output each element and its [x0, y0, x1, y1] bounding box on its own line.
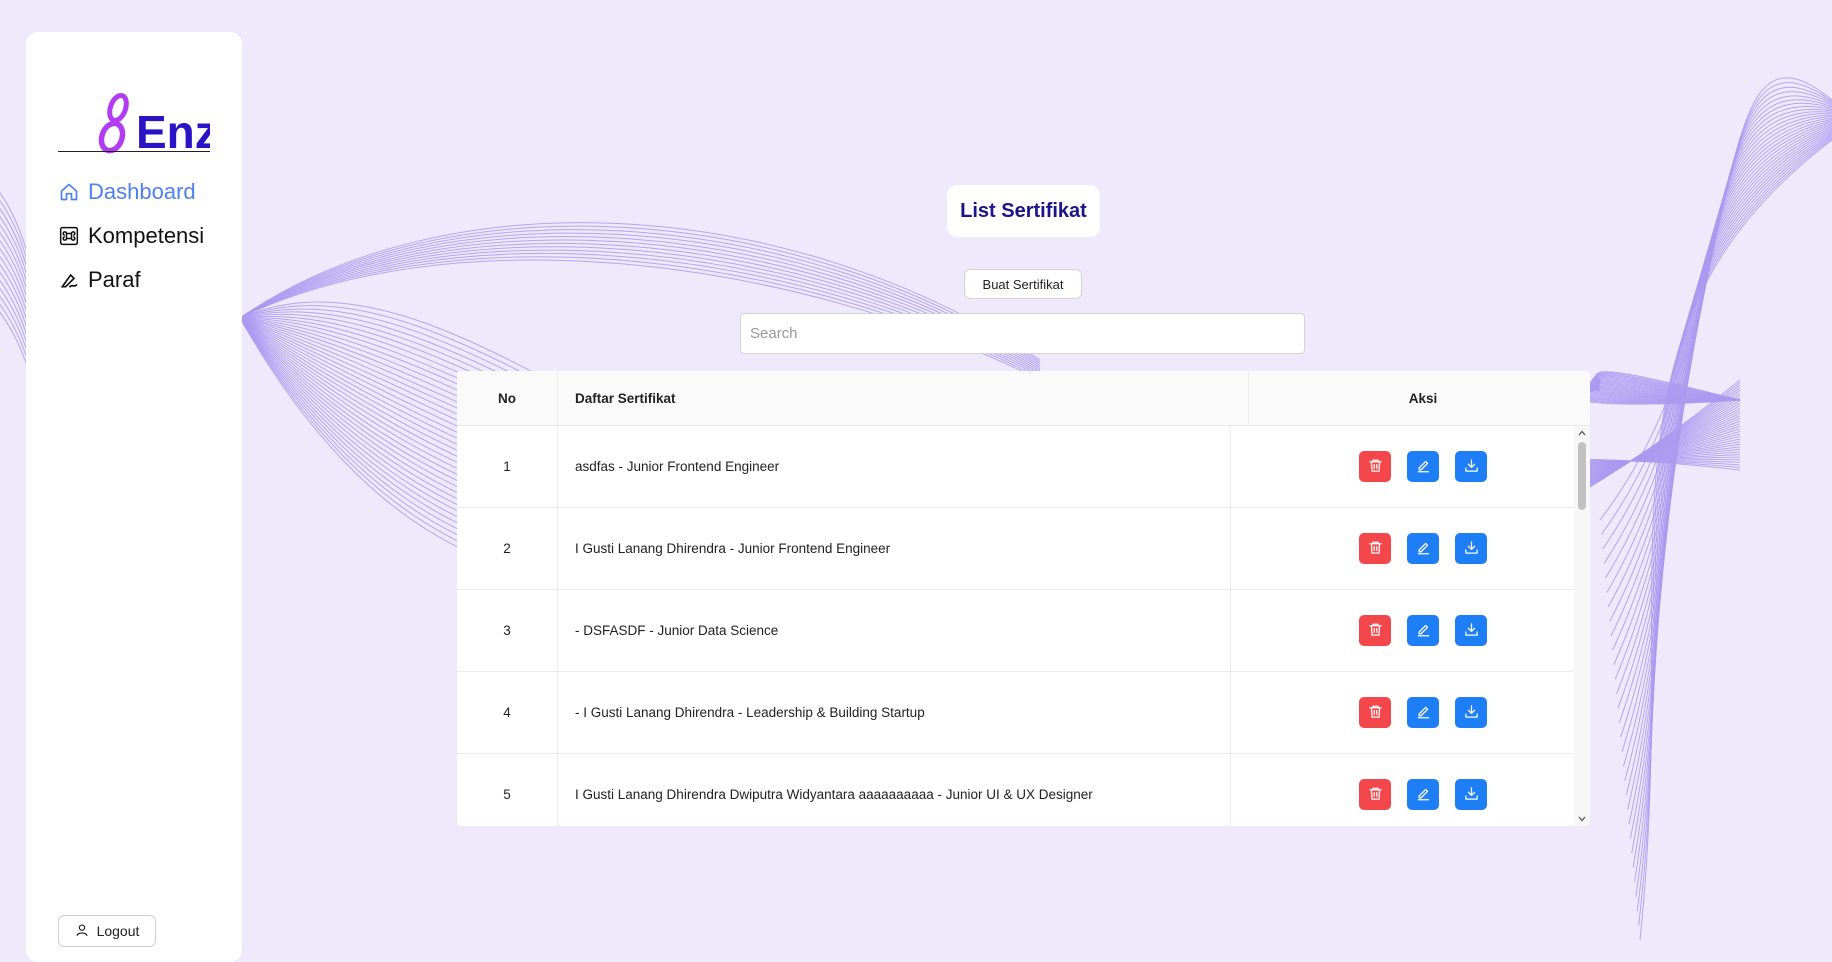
column-header-daftar-sertifikat: Daftar Sertifikat: [558, 371, 1249, 425]
trash-icon: [1368, 458, 1383, 476]
scroll-thumb[interactable]: [1578, 442, 1586, 510]
row-actions: [1273, 590, 1573, 671]
row-number: 3: [457, 590, 558, 671]
logout-button[interactable]: Logout: [58, 915, 156, 947]
sidebar-item-label: Kompetensi: [88, 223, 205, 248]
sidebar-item-dashboard[interactable]: Dashboard: [58, 175, 196, 209]
edit-icon: [1416, 622, 1431, 640]
download-icon: [1464, 458, 1479, 476]
trash-icon: [1368, 704, 1383, 722]
row-actions: [1273, 508, 1573, 589]
column-header-aksi: Aksi: [1408, 390, 1438, 406]
trash-icon: [1368, 622, 1383, 640]
delete-button[interactable]: [1359, 615, 1391, 646]
certificate-table: No Daftar Sertifikat Aksi 1 asdfas - Jun…: [457, 371, 1590, 826]
download-icon: [1464, 704, 1479, 722]
table-row: 4 - I Gusti Lanang Dhirendra - Leadershi…: [457, 672, 1574, 754]
edit-icon: [1416, 704, 1431, 722]
certificate-name: I Gusti Lanang Dhirendra - Junior Fronte…: [558, 508, 1231, 589]
edit-button[interactable]: [1407, 779, 1439, 810]
download-button[interactable]: [1455, 697, 1487, 728]
row-number: 2: [457, 508, 558, 589]
search-input[interactable]: [740, 313, 1305, 354]
download-icon: [1464, 622, 1479, 640]
column-header-no: No: [457, 371, 558, 425]
scroll-up-arrow[interactable]: [1574, 426, 1590, 440]
scroll-down-arrow[interactable]: [1574, 812, 1590, 826]
edit-icon: [1416, 540, 1431, 558]
logout-label: Logout: [96, 923, 140, 939]
download-button[interactable]: [1455, 615, 1487, 646]
delete-button[interactable]: [1359, 697, 1391, 728]
table-row: 5 I Gusti Lanang Dhirendra Dwiputra Widy…: [457, 754, 1574, 826]
row-actions: [1273, 754, 1573, 826]
trash-icon: [1368, 540, 1383, 558]
certificate-name: - I Gusti Lanang Dhirendra - Leadership …: [558, 672, 1231, 753]
sidebar: Enz Dashboard Kompetensi Paraf Logout: [26, 32, 242, 962]
certificate-name: asdfas - Junior Frontend Engineer: [558, 426, 1231, 507]
row-number: 5: [457, 754, 558, 826]
download-button[interactable]: [1455, 451, 1487, 482]
edit-icon: [1416, 458, 1431, 476]
certificate-name: - DSFASDF - Junior Data Science: [558, 590, 1231, 671]
row-actions: [1273, 426, 1573, 507]
sidebar-item-paraf[interactable]: Paraf: [58, 263, 141, 297]
row-number: 1: [457, 426, 558, 507]
edit-button[interactable]: [1407, 451, 1439, 482]
sidebar-item-label: Paraf: [88, 267, 141, 292]
table-row: 1 asdfas - Junior Frontend Engineer: [457, 426, 1574, 508]
download-button[interactable]: [1455, 533, 1487, 564]
sidebar-item-kompetensi[interactable]: Kompetensi: [58, 219, 204, 253]
enz-logo: Enz: [98, 93, 210, 158]
edit-button[interactable]: [1407, 615, 1439, 646]
delete-button[interactable]: [1359, 779, 1391, 810]
signature-icon: [58, 269, 80, 291]
download-icon: [1464, 786, 1479, 804]
certificate-name: I Gusti Lanang Dhirendra Dwiputra Widyan…: [558, 754, 1231, 826]
table-header: No Daftar Sertifikat Aksi: [457, 371, 1590, 426]
table-row: 2 I Gusti Lanang Dhirendra - Junior Fron…: [457, 508, 1574, 590]
trash-icon: [1368, 786, 1383, 804]
create-certificate-button[interactable]: Buat Sertifikat: [964, 269, 1082, 299]
command-icon: [58, 225, 80, 247]
table-scrollbar[interactable]: [1574, 426, 1590, 826]
user-icon: [75, 923, 89, 940]
table-row: 3 - DSFASDF - Junior Data Science: [457, 590, 1574, 672]
edit-button[interactable]: [1407, 533, 1439, 564]
page-title: List Sertifikat: [947, 185, 1100, 237]
delete-button[interactable]: [1359, 451, 1391, 482]
table-body: 1 asdfas - Junior Frontend Engineer 2 I …: [457, 426, 1574, 826]
row-number: 4: [457, 672, 558, 753]
edit-icon: [1416, 786, 1431, 804]
download-icon: [1464, 540, 1479, 558]
sidebar-item-label: Dashboard: [88, 179, 196, 204]
logo-divider: [58, 151, 210, 152]
row-actions: [1273, 672, 1573, 753]
home-icon: [58, 181, 80, 203]
delete-button[interactable]: [1359, 533, 1391, 564]
edit-button[interactable]: [1407, 697, 1439, 728]
download-button[interactable]: [1455, 779, 1487, 810]
